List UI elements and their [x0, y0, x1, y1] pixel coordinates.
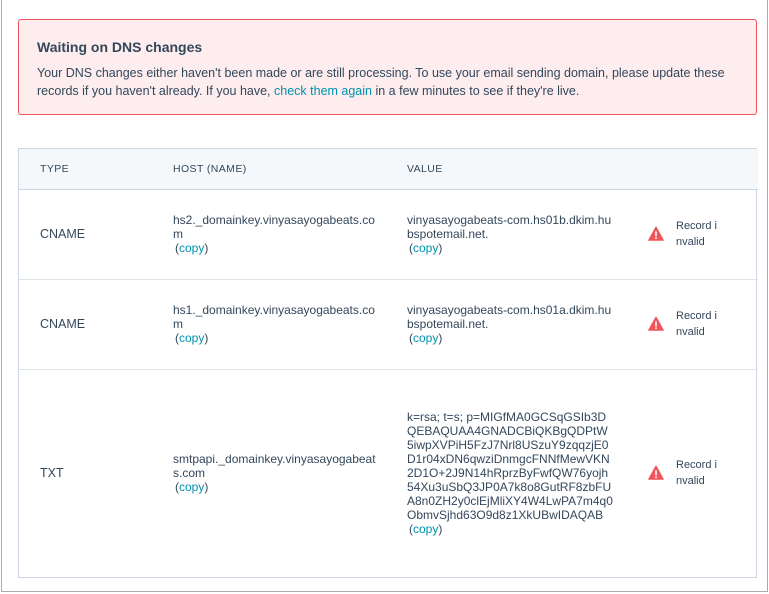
alert-title: Waiting on DNS changes	[37, 39, 203, 55]
table-row: TXT smtpapi._domainkey.vinyasayogabeats.…	[19, 369, 758, 577]
record-value-cell: vinyasayogabeats-com.hs01a.dkim.hubspote…	[386, 279, 621, 370]
record-type: CNAME	[19, 279, 152, 370]
copy-host-button[interactable]: copy	[179, 241, 204, 255]
copy-host-button[interactable]: copy	[179, 331, 204, 345]
copy-host-wrapper: (copy)	[175, 241, 209, 255]
table-row: CNAME hs2._domainkey.vinyasayogabeats.co…	[19, 189, 758, 280]
record-status: Record invalid	[676, 220, 717, 248]
copy-host-button[interactable]: copy	[179, 480, 204, 494]
alert-text-after: in a few minutes to see if they're live.	[372, 84, 580, 98]
record-status: Record invalid	[676, 459, 717, 488]
dns-records-panel: Waiting on DNS changes Your DNS changes …	[1, 0, 768, 592]
warning-triangle-icon	[648, 316, 664, 331]
copy-value-wrapper: (copy)	[409, 331, 443, 345]
copy-value-button[interactable]: copy	[413, 522, 438, 536]
warning-triangle-icon	[648, 226, 664, 241]
header-host: HOST (NAME)	[152, 149, 386, 190]
header-status	[621, 149, 758, 190]
record-value: vinyasayogabeats-com.hs01b.dkim.hubspote…	[407, 213, 612, 241]
header-value: VALUE	[386, 149, 621, 190]
alert-message: Your DNS changes either haven't been mad…	[37, 64, 738, 100]
record-status-cell: Record invalid	[621, 189, 758, 280]
record-host: hs2._domainkey.vinyasayogabeats.com	[173, 213, 375, 241]
copy-host-wrapper: (copy)	[175, 331, 209, 345]
copy-value-button[interactable]: copy	[413, 331, 438, 345]
record-value-cell: k=rsa; t=s; p=MIGfMA0GCSqGSIb3DQEBAQUAA4…	[386, 369, 621, 577]
dns-records-table: TYPE HOST (NAME) VALUE CNAME hs2._domain…	[18, 148, 758, 578]
record-type: CNAME	[19, 189, 152, 280]
copy-value-wrapper: (copy)	[409, 241, 443, 255]
record-host: smtpapi._domainkey.vinyasayogabeats.com	[173, 452, 376, 481]
record-value: k=rsa; t=s; p=MIGfMA0GCSqGSIb3DQEBAQUAA4…	[407, 410, 613, 523]
warning-triangle-icon	[648, 465, 664, 481]
header-type: TYPE	[19, 149, 152, 190]
record-host-cell: smtpapi._domainkey.vinyasayogabeats.com …	[152, 369, 386, 577]
table-row: CNAME hs1._domainkey.vinyasayogabeats.co…	[19, 279, 758, 370]
table-header-row: TYPE HOST (NAME) VALUE	[19, 149, 758, 190]
copy-host-wrapper: (copy)	[175, 480, 209, 495]
record-status-cell: Record invalid	[621, 279, 758, 370]
copy-value-button[interactable]: copy	[413, 241, 438, 255]
record-value: vinyasayogabeats-com.hs01a.dkim.hubspote…	[407, 303, 612, 331]
check-again-link[interactable]: check them again	[274, 84, 372, 98]
record-status: Record invalid	[676, 310, 717, 338]
record-status-cell: Record invalid	[621, 369, 758, 577]
copy-value-wrapper: (copy)	[409, 522, 443, 537]
record-host-cell: hs2._domainkey.vinyasayogabeats.com (cop…	[152, 189, 386, 280]
record-value-cell: vinyasayogabeats-com.hs01b.dkim.hubspote…	[386, 189, 621, 280]
dns-warning-alert: Waiting on DNS changes Your DNS changes …	[18, 19, 757, 115]
record-type: TXT	[40, 466, 64, 481]
record-host: hs1._domainkey.vinyasayogabeats.com	[173, 303, 375, 331]
record-host-cell: hs1._domainkey.vinyasayogabeats.com (cop…	[152, 279, 386, 370]
